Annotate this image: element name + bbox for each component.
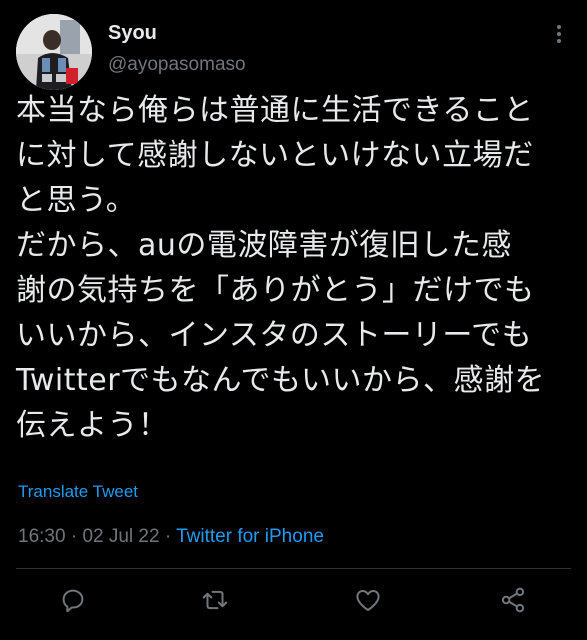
tweet-text: 本当なら俺らは普通に生活できること に対して感謝しないといけない立場だ と思う。… bbox=[16, 93, 545, 443]
like-icon bbox=[356, 590, 380, 611]
display-name[interactable]: Syou bbox=[108, 20, 246, 46]
like-button[interactable] bbox=[353, 585, 383, 615]
tweet-actions-bar bbox=[0, 585, 587, 615]
tweet-time: 16:30 bbox=[18, 526, 66, 547]
retweet-button[interactable] bbox=[200, 585, 230, 615]
tweet-date: 02 Jul 22 bbox=[82, 526, 160, 547]
meta-separator: · bbox=[65, 526, 83, 547]
tweet-header: Syou @ayopasomaso bbox=[16, 14, 571, 90]
user-name-block[interactable]: Syou @ayopasomaso bbox=[108, 20, 246, 78]
share-icon bbox=[501, 587, 525, 613]
more-vertical-icon bbox=[557, 25, 561, 43]
divider bbox=[16, 568, 571, 569]
avatar[interactable] bbox=[16, 14, 92, 90]
more-options-button[interactable] bbox=[547, 22, 571, 46]
translate-tweet-link[interactable]: Translate Tweet bbox=[18, 482, 138, 502]
avatar-image bbox=[16, 14, 92, 90]
user-handle[interactable]: @ayopasomaso bbox=[108, 52, 246, 78]
share-button[interactable] bbox=[498, 585, 528, 615]
tweet-meta: 16:30 · 02 Jul 22 · Twitter for iPhone bbox=[18, 526, 324, 548]
retweet-icon bbox=[202, 590, 228, 610]
reply-icon bbox=[62, 589, 84, 613]
meta-separator: · bbox=[159, 526, 177, 547]
tweet-source-link[interactable]: Twitter for iPhone bbox=[176, 526, 324, 547]
reply-button[interactable] bbox=[58, 585, 88, 615]
